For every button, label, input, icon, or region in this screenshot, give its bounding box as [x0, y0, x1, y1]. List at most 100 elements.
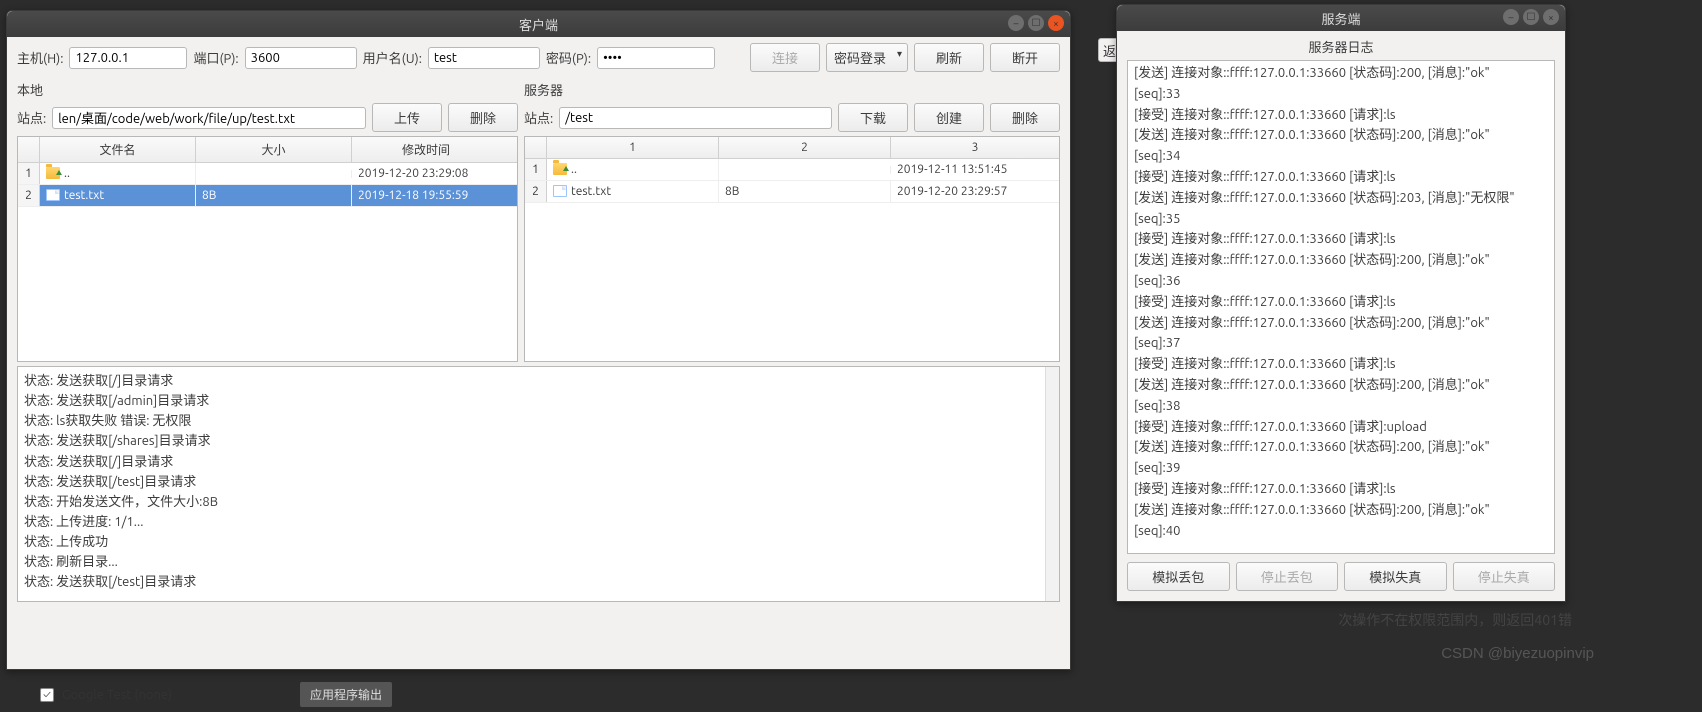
- remote-file-table[interactable]: 1 2 3 1 .. 2019-12-11 13:51:45 2 test.tx…: [524, 136, 1060, 362]
- log-line: [发送] 连接对象::ffff:127.0.0.1:33660 [状态码]:20…: [1134, 313, 1548, 334]
- simulate-distort-button[interactable]: 模拟失真: [1344, 562, 1447, 591]
- scrollbar[interactable]: [1045, 367, 1059, 601]
- local-site-label: 站点:: [17, 108, 46, 127]
- local-path-input[interactable]: [52, 107, 366, 129]
- log-line: [发送] 连接对象::ffff:127.0.0.1:33660 [状态码]:20…: [1134, 250, 1548, 271]
- taskbar-item-label[interactable]: Google Test (none): [62, 688, 172, 702]
- connect-button[interactable]: 连接: [750, 43, 820, 72]
- pass-input[interactable]: [597, 47, 715, 69]
- folder-up-icon: [46, 167, 60, 179]
- user-label: 用户名(U):: [363, 48, 422, 67]
- taskbar-fragment: ✓ Google Test (none) 应用程序输出: [40, 682, 392, 707]
- log-line: [发送] 连接对象::ffff:127.0.0.1:33660 [状态码]:20…: [1134, 63, 1548, 84]
- disconnect-button[interactable]: 断开: [990, 43, 1060, 72]
- user-input[interactable]: [428, 47, 540, 69]
- log-line: [seq]:38: [1134, 396, 1548, 417]
- table-row[interactable]: 2 test.txt 8B 2019-12-20 23:29:57: [525, 181, 1059, 203]
- log-line: 状态: 发送获取[/]目录请求: [24, 371, 1053, 391]
- maximize-icon[interactable]: ☐: [1523, 9, 1539, 25]
- log-line: [seq]:36: [1134, 271, 1548, 292]
- log-line: [发送] 连接对象::ffff:127.0.0.1:33660 [状态码]:20…: [1134, 375, 1548, 396]
- col-2[interactable]: 2: [719, 137, 891, 158]
- host-input[interactable]: [69, 47, 187, 69]
- log-line: [接受] 连接对象::ffff:127.0.0.1:33660 [请求]:ls: [1134, 167, 1548, 188]
- client-titlebar[interactable]: 客户端 – ☐ ×: [7, 11, 1070, 37]
- minimize-icon[interactable]: –: [1503, 9, 1519, 25]
- server-titlebar[interactable]: 服务端 – ☐ ×: [1117, 5, 1565, 31]
- log-line: 状态: 发送获取[/]目录请求: [24, 452, 1053, 472]
- download-button[interactable]: 下载: [838, 103, 908, 132]
- server-log-title: 服务器日志: [1127, 37, 1555, 56]
- log-line: 状态: 开始发送文件，文件大小:8B: [24, 492, 1053, 512]
- remote-site-label: 站点:: [524, 108, 553, 127]
- local-file-table[interactable]: 文件名 大小 修改时间 1 .. 2019-12-20 23:29:08 2 t…: [17, 136, 518, 362]
- client-title: 客户端: [519, 15, 558, 34]
- maximize-icon[interactable]: ☐: [1028, 15, 1044, 31]
- remote-panel: 服务器 站点: 下载 创建 删除 1 2 3 1 ..: [524, 78, 1060, 362]
- col-mtime[interactable]: 修改时间: [352, 137, 500, 162]
- close-icon[interactable]: ×: [1048, 15, 1064, 31]
- folder-up-icon: [553, 163, 567, 175]
- log-line: 状态: 发送获取[/admin]目录请求: [24, 391, 1053, 411]
- close-icon[interactable]: ×: [1543, 9, 1559, 25]
- log-line: [seq]:40: [1134, 521, 1548, 542]
- table-row[interactable]: 1 .. 2019-12-11 13:51:45: [525, 159, 1059, 181]
- client-window: 客户端 – ☐ × 主机(H): 端口(P): 用户名(U): 密码(P): 连…: [6, 10, 1071, 670]
- port-label: 端口(P):: [193, 48, 238, 67]
- remote-path-input[interactable]: [559, 107, 832, 129]
- minimize-icon[interactable]: –: [1008, 15, 1024, 31]
- server-title: 服务端: [1321, 9, 1360, 28]
- log-line: [接受] 连接对象::ffff:127.0.0.1:33660 [请求]:ls: [1134, 354, 1548, 375]
- host-label: 主机(H):: [17, 48, 63, 67]
- log-line: 状态: 刷新目录...: [24, 552, 1053, 572]
- server-window: 服务端 – ☐ × 服务器日志 [发送] 连接对象::ffff:127.0.0.…: [1116, 4, 1566, 602]
- log-line: [发送] 连接对象::ffff:127.0.0.1:33660 [状态码]:20…: [1134, 188, 1548, 209]
- server-log[interactable]: [发送] 连接对象::ffff:127.0.0.1:33660 [状态码]:20…: [1127, 60, 1555, 554]
- local-title: 本地: [17, 80, 518, 99]
- stop-distort-button[interactable]: 停止失真: [1453, 562, 1556, 591]
- log-line: [发送] 连接对象::ffff:127.0.0.1:33660 [状态码]:20…: [1134, 125, 1548, 146]
- table-row[interactable]: 1 .. 2019-12-20 23:29:08: [18, 163, 517, 185]
- log-line: 状态: 发送获取[/shares]目录请求: [24, 431, 1053, 451]
- create-button[interactable]: 创建: [914, 103, 984, 132]
- log-line: [seq]:34: [1134, 146, 1548, 167]
- remote-delete-button[interactable]: 删除: [990, 103, 1060, 132]
- local-panel: 本地 站点: 上传 删除 文件名 大小 修改时间 1 ..: [17, 78, 518, 362]
- local-delete-button[interactable]: 删除: [448, 103, 518, 132]
- col-3[interactable]: 3: [891, 137, 1059, 158]
- upload-button[interactable]: 上传: [372, 103, 442, 132]
- log-line: 状态: 发送获取[/test]目录请求: [24, 472, 1053, 492]
- client-log[interactable]: 状态: 发送获取[/]目录请求状态: 发送获取[/admin]目录请求状态: l…: [17, 366, 1060, 602]
- stop-drop-button[interactable]: 停止丢包: [1236, 562, 1339, 591]
- log-line: [接受] 连接对象::ffff:127.0.0.1:33660 [请求]:ls: [1134, 292, 1548, 313]
- pass-label: 密码(P):: [546, 48, 591, 67]
- connection-bar: 主机(H): 端口(P): 用户名(U): 密码(P): 连接 密码登录 刷新 …: [7, 37, 1070, 78]
- log-line: [接受] 连接对象::ffff:127.0.0.1:33660 [请求]:ls: [1134, 479, 1548, 500]
- taskbar-output-button[interactable]: 应用程序输出: [300, 682, 392, 707]
- log-line: 状态: 上传进度: 1/1...: [24, 512, 1053, 532]
- watermark: CSDN @biyezuopinvip: [1441, 645, 1594, 662]
- table-row[interactable]: 2 test.txt 8B 2019-12-18 19:55:59: [18, 185, 517, 207]
- log-line: [接受] 连接对象::ffff:127.0.0.1:33660 [请求]:ls: [1134, 229, 1548, 250]
- log-line: [seq]:33: [1134, 84, 1548, 105]
- log-line: [seq]:37: [1134, 333, 1548, 354]
- log-line: 状态: 上传成功: [24, 532, 1053, 552]
- background-text: 次操作不在权限范围内，则返回401错: [1338, 610, 1572, 630]
- port-input[interactable]: [245, 47, 357, 69]
- col-size[interactable]: 大小: [196, 137, 352, 162]
- checkbox-icon[interactable]: ✓: [40, 688, 54, 702]
- log-line: [发送] 连接对象::ffff:127.0.0.1:33660 [状态码]:20…: [1134, 500, 1548, 521]
- log-line: 状态: 发送获取[/test]目录请求: [24, 572, 1053, 592]
- file-icon: [553, 185, 567, 197]
- login-mode-combo[interactable]: 密码登录: [826, 43, 908, 72]
- log-line: [seq]:39: [1134, 458, 1548, 479]
- simulate-drop-button[interactable]: 模拟丢包: [1127, 562, 1230, 591]
- file-icon: [46, 189, 60, 201]
- col-1[interactable]: 1: [547, 137, 719, 158]
- log-line: [接受] 连接对象::ffff:127.0.0.1:33660 [请求]:upl…: [1134, 417, 1548, 438]
- col-filename[interactable]: 文件名: [40, 137, 196, 162]
- refresh-button[interactable]: 刷新: [914, 43, 984, 72]
- remote-title: 服务器: [524, 80, 1060, 99]
- log-line: 状态: ls获取失败 错误: 无权限: [24, 411, 1053, 431]
- log-line: [发送] 连接对象::ffff:127.0.0.1:33660 [状态码]:20…: [1134, 437, 1548, 458]
